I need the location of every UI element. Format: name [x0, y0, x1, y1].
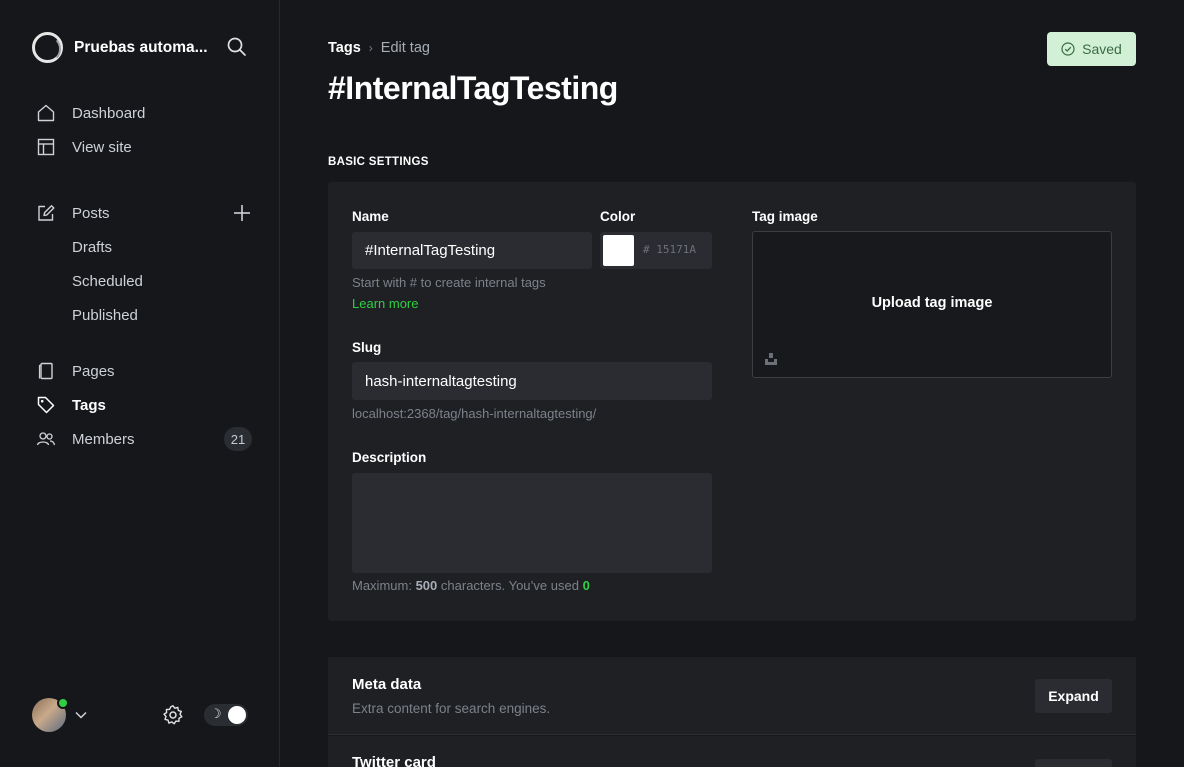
- avatar[interactable]: [32, 697, 69, 732]
- breadcrumb-tags-link[interactable]: Tags: [328, 40, 361, 56]
- sidebar-item-scheduled[interactable]: Scheduled: [36, 264, 252, 298]
- sidebar-item-members[interactable]: Members 21: [36, 422, 252, 456]
- check-circle-icon: [1061, 42, 1075, 56]
- count-used: 0: [582, 578, 590, 593]
- sidebar: Pruebas automa... Dashboard View site Po…: [0, 0, 280, 767]
- upload-icon: [765, 353, 777, 365]
- expand-twitter-button[interactable]: [1035, 759, 1112, 767]
- sidebar-item-label: Published: [72, 306, 138, 324]
- sidebar-item-view-site[interactable]: View site: [36, 130, 145, 164]
- members-icon: [36, 429, 56, 449]
- layout-icon: [36, 137, 56, 157]
- twitter-card-section: Twitter card: [328, 736, 1136, 767]
- meta-data-subtitle: Extra content for search engines.: [352, 701, 551, 716]
- tag-image-label: Tag image: [752, 209, 818, 224]
- main-content: Tags › Edit tag #InternalTagTesting Save…: [280, 0, 1184, 767]
- sidebar-item-label: View site: [72, 138, 132, 156]
- basic-settings-card: Name #InternalTagTesting Start with # to…: [328, 182, 1136, 621]
- learn-more-link[interactable]: Learn more: [352, 296, 418, 311]
- nav-secondary: Pages Tags Members 21: [36, 354, 252, 456]
- twitter-card-title: Twitter card: [352, 754, 436, 767]
- site-name: Pruebas automa...: [74, 38, 208, 56]
- color-label: Color: [600, 209, 636, 224]
- sidebar-item-dashboard[interactable]: Dashboard: [36, 96, 145, 130]
- pencil-icon: [36, 203, 56, 223]
- sidebar-item-posts[interactable]: Posts: [36, 196, 252, 230]
- home-icon: [36, 103, 56, 123]
- sidebar-item-label: Dashboard: [72, 104, 146, 122]
- description-textarea[interactable]: [352, 473, 712, 573]
- search-icon[interactable]: [226, 36, 248, 58]
- color-swatch[interactable]: [603, 235, 634, 266]
- page-title: #InternalTagTesting: [328, 70, 618, 106]
- sidebar-footer: ☽: [32, 697, 248, 732]
- sidebar-item-label: Scheduled: [72, 272, 143, 290]
- members-count-badge: 21: [224, 427, 252, 451]
- chevron-down-icon[interactable]: [74, 708, 88, 722]
- description-label: Description: [352, 450, 427, 465]
- count-prefix: Maximum:: [352, 578, 412, 593]
- description-char-count: Maximum: 500 characters. You’ve used 0: [352, 578, 590, 593]
- sidebar-item-pages[interactable]: Pages: [36, 354, 252, 388]
- page-icon: [36, 361, 56, 381]
- meta-data-card: Meta data Extra content for search engin…: [328, 657, 1136, 735]
- sidebar-item-label: Drafts: [72, 238, 113, 256]
- tag-image-upload[interactable]: Upload tag image: [752, 231, 1112, 378]
- nav-main: Dashboard View site: [36, 96, 145, 164]
- color-hex-input[interactable]: # 15171A: [643, 243, 696, 256]
- moon-icon: ☽: [210, 706, 222, 721]
- breadcrumb: Tags › Edit tag: [328, 40, 430, 56]
- chevron-right-icon: ›: [368, 41, 373, 55]
- site-brand[interactable]: Pruebas automa...: [32, 32, 208, 63]
- section-label-basic-settings: BASIC SETTINGS: [328, 156, 429, 168]
- slug-url: localhost:2368/tag/hash-internaltagtesti…: [352, 406, 597, 421]
- tag-icon: [36, 395, 56, 415]
- nav-posts: Posts Drafts Scheduled Published: [36, 196, 252, 332]
- new-post-plus-icon[interactable]: [232, 203, 252, 223]
- breadcrumb-current: Edit tag: [380, 40, 430, 56]
- sidebar-item-label: Members: [72, 430, 135, 448]
- save-button-label: Saved: [1082, 41, 1122, 57]
- sidebar-item-drafts[interactable]: Drafts: [36, 230, 252, 264]
- expand-meta-button[interactable]: Expand: [1035, 679, 1112, 713]
- name-input[interactable]: #InternalTagTesting: [352, 232, 592, 269]
- sidebar-item-label: Pages: [72, 362, 115, 380]
- name-hint: Start with # to create internal tags: [352, 275, 546, 290]
- save-button[interactable]: Saved: [1047, 32, 1136, 66]
- meta-data-title: Meta data: [352, 676, 422, 693]
- dark-mode-toggle[interactable]: ☽: [204, 704, 248, 726]
- toggle-knob: [228, 706, 246, 724]
- sidebar-item-label: Tags: [72, 396, 106, 414]
- sidebar-item-published[interactable]: Published: [36, 298, 252, 332]
- sidebar-item-tags[interactable]: Tags: [36, 388, 252, 422]
- color-field[interactable]: # 15171A: [600, 232, 712, 269]
- online-status-dot: [57, 697, 69, 709]
- site-logo-icon: [32, 32, 63, 63]
- name-label: Name: [352, 209, 389, 224]
- gear-icon[interactable]: [162, 704, 184, 726]
- count-max: 500: [415, 578, 438, 593]
- slug-label: Slug: [352, 340, 382, 355]
- sidebar-item-label: Posts: [72, 204, 110, 222]
- slug-input[interactable]: hash-internaltagtesting: [352, 362, 712, 400]
- count-middle: characters. You’ve used: [440, 578, 579, 593]
- upload-tag-image-label[interactable]: Upload tag image: [753, 295, 1111, 311]
